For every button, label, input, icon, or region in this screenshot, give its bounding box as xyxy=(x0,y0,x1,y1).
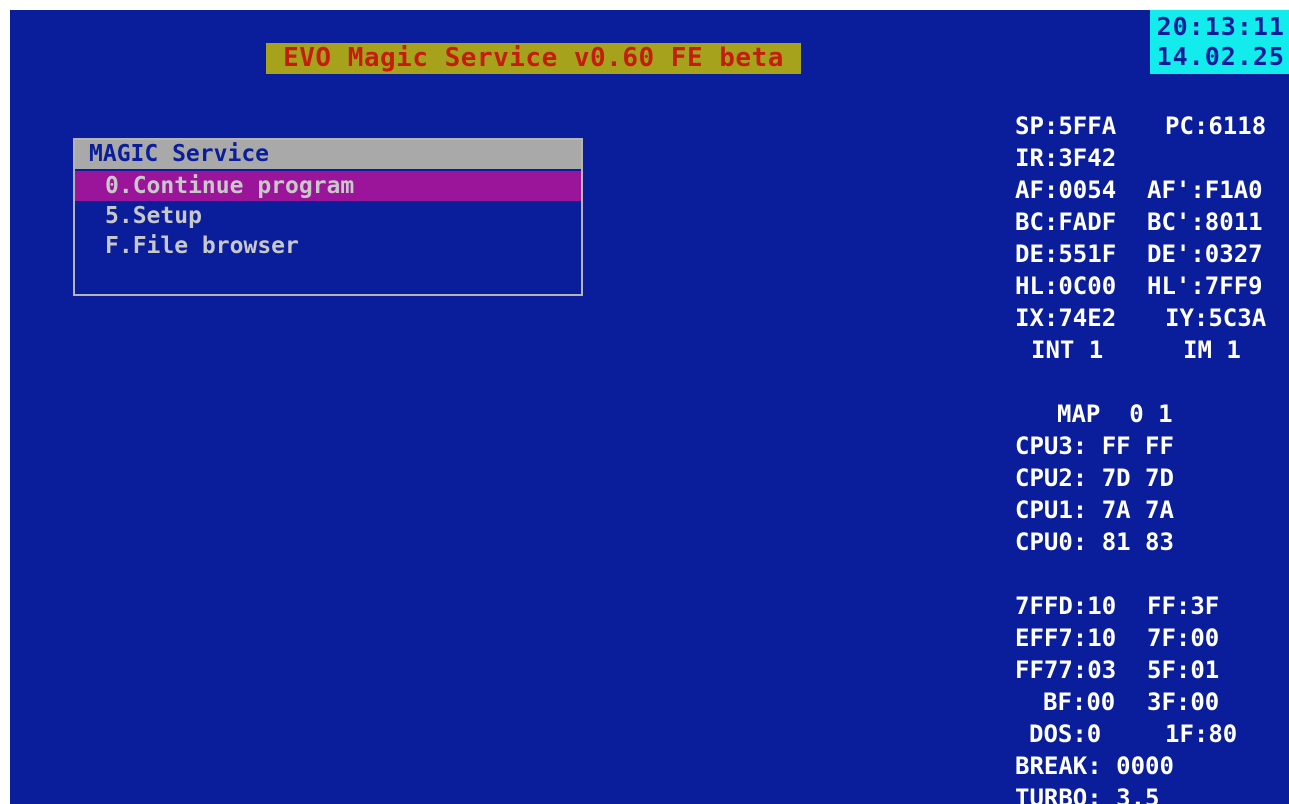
magic-service-menu: MAGIC Service 0.Continue program 5.Setup… xyxy=(73,138,583,296)
reg-de-alt: DE':0327 xyxy=(1147,240,1263,268)
port-ff77: FF77:03 xyxy=(1015,656,1117,684)
app-title: EVO Magic Service v0.60 FE beta xyxy=(266,43,801,74)
reg-sp: SP:5FFA xyxy=(1015,112,1117,140)
reg-bc: BC:FADF xyxy=(1015,208,1117,236)
reg-af: AF:0054 xyxy=(1015,176,1117,204)
menu-item-setup[interactable]: 5.Setup xyxy=(75,201,581,231)
port-1f: 1F:80 xyxy=(1165,720,1238,748)
reg-hl: HL:0C00 xyxy=(1015,272,1117,300)
reg-de: DE:551F xyxy=(1015,240,1117,268)
turbo-value: TURBO: 3.5 xyxy=(1015,784,1160,804)
break-address: BREAK: 0000 xyxy=(1015,752,1174,780)
port-eff7: EFF7:10 xyxy=(1015,624,1117,652)
reg-ir: IR:3F42 xyxy=(1015,144,1117,172)
menu-header: MAGIC Service xyxy=(75,140,581,169)
magic-service-screen: EVO Magic Service v0.60 FE beta 20:13:11… xyxy=(10,10,1289,804)
map-row-cpu1: CPU1: 7A 7A xyxy=(1015,496,1174,524)
int-mode: INT 1 xyxy=(1031,336,1104,364)
port-7f: 7F:00 xyxy=(1147,624,1220,652)
map-header: MAP 0 1 xyxy=(1057,400,1173,428)
port-3f: 3F:00 xyxy=(1147,688,1220,716)
reg-iy: IY:5C3A xyxy=(1165,304,1267,332)
reg-bc-alt: BC':8011 xyxy=(1147,208,1263,236)
port-bf: BF:00 xyxy=(1043,688,1116,716)
map-row-cpu0: CPU0: 81 83 xyxy=(1015,528,1174,556)
map-row-cpu3: CPU3: FF FF xyxy=(1015,432,1174,460)
reg-af-alt: AF':F1A0 xyxy=(1147,176,1263,204)
menu-item-file-browser[interactable]: F.File browser xyxy=(75,231,581,261)
menu-item-continue-program[interactable]: 0.Continue program xyxy=(75,171,581,201)
map-row-cpu2: CPU2: 7D 7D xyxy=(1015,464,1174,492)
im-mode: IM 1 xyxy=(1183,336,1241,364)
clock-time: 20:13:11 xyxy=(1156,12,1285,41)
port-ff: FF:3F xyxy=(1147,592,1220,620)
reg-ix: IX:74E2 xyxy=(1015,304,1117,332)
reg-pc: PC:6118 xyxy=(1165,112,1267,140)
port-5f: 5F:01 xyxy=(1147,656,1220,684)
clock-date: 14.02.25 xyxy=(1156,42,1285,71)
clock: 20:13:11 14.02.25 xyxy=(1150,10,1289,74)
register-panel: SP:5FFA PC:6118 IR:3F42 AF:0054 AF':F1A0… xyxy=(1015,110,1289,804)
reg-hl-alt: HL':7FF9 xyxy=(1147,272,1263,300)
port-dos: DOS:0 xyxy=(1029,720,1102,748)
port-7ffd: 7FFD:10 xyxy=(1015,592,1117,620)
